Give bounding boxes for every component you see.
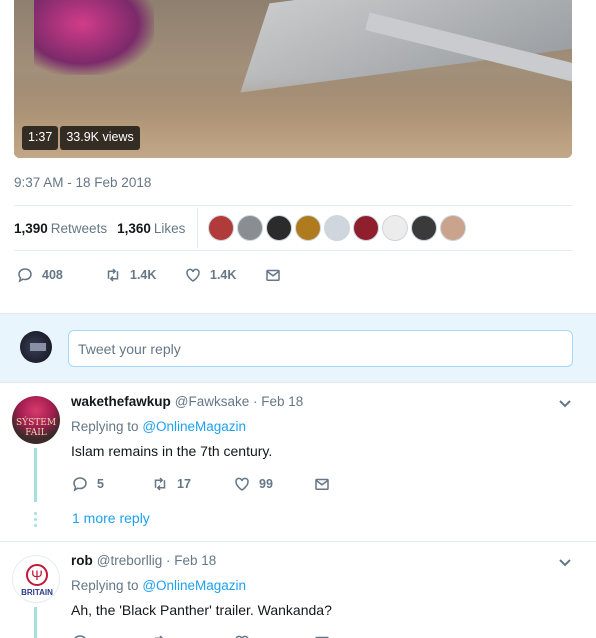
- chevron-down-icon[interactable]: [558, 397, 572, 411]
- replying-to-link[interactable]: @OnlineMagazin: [142, 578, 246, 593]
- liker-avatar[interactable]: [237, 215, 264, 241]
- liker-avatar[interactable]: [324, 215, 351, 241]
- replying-to: Replying to @OnlineMagazin: [71, 578, 247, 593]
- direct-message-action[interactable]: [264, 266, 290, 284]
- display-name[interactable]: rob: [71, 553, 93, 568]
- liker-avatar[interactable]: [266, 215, 293, 241]
- current-user-avatar[interactable]: [20, 331, 52, 363]
- reply-icon: [73, 477, 87, 492]
- retweet-icon: [154, 635, 164, 638]
- like-action[interactable]: [233, 633, 313, 638]
- more-replies-link[interactable]: 1 more reply: [72, 510, 150, 526]
- reply-actions: [71, 633, 339, 638]
- reply-icon: [18, 268, 32, 283]
- reply-tweet[interactable]: Ψ BRITAIN rob @treborllig · Feb 18 Replyi…: [0, 543, 596, 638]
- display-name[interactable]: wakethefawkup: [71, 394, 171, 409]
- reply-date[interactable]: · Feb 18: [253, 394, 303, 409]
- reply-composer: Tweet your reply: [0, 313, 596, 383]
- avatar[interactable]: Ψ BRITAIN: [12, 555, 60, 603]
- direct-message-action[interactable]: [313, 475, 339, 493]
- reply-action[interactable]: [71, 633, 151, 638]
- thread-line: [34, 448, 37, 502]
- liker-avatar[interactable]: [440, 215, 467, 241]
- thread-dots: [34, 512, 37, 527]
- handle[interactable]: @Fawksake: [175, 394, 249, 409]
- envelope-icon: [266, 269, 280, 281]
- avatar[interactable]: SÝSTEM FAIL: [12, 396, 60, 444]
- liker-avatar[interactable]: [208, 215, 235, 241]
- reply-action[interactable]: 408: [16, 266, 104, 284]
- like-action[interactable]: 1.4K: [184, 266, 264, 284]
- handle[interactable]: @treborllig: [97, 553, 162, 568]
- heart-icon: [235, 477, 249, 491]
- reply-tweet[interactable]: SÝSTEM FAIL wakethefawkup @Fawksake · Feb…: [0, 384, 596, 542]
- liker-avatar[interactable]: [382, 215, 409, 241]
- tweet-timestamp[interactable]: 9:37 AM - 18 Feb 2018: [14, 175, 151, 190]
- replying-to-link[interactable]: @OnlineMagazin: [142, 419, 246, 434]
- replying-to: Replying to @OnlineMagazin: [71, 419, 247, 434]
- reply-date[interactable]: · Feb 18: [166, 553, 216, 568]
- reply-header: rob @treborllig · Feb 18: [71, 553, 216, 568]
- video-views: 33.9K views: [60, 126, 140, 150]
- likes-stat[interactable]: 1,360 Likes: [117, 221, 185, 236]
- envelope-icon: [315, 478, 329, 490]
- chevron-down-icon[interactable]: [558, 556, 572, 570]
- liker-avatar[interactable]: [295, 215, 322, 241]
- retweet-action[interactable]: [151, 633, 233, 638]
- tweet-stats: 1,390 Retweets 1,360 Likes: [14, 205, 572, 251]
- video-duration: 1:37: [22, 126, 59, 150]
- retweet-action[interactable]: 17: [151, 475, 233, 493]
- reply-input[interactable]: Tweet your reply: [68, 330, 573, 367]
- like-action[interactable]: 99: [233, 475, 313, 493]
- trident-icon: Ψ: [26, 564, 48, 586]
- heart-icon: [186, 268, 200, 282]
- reply-text: Islam remains in the 7th century.: [71, 443, 273, 459]
- video-badge: 1:37 33.9K views: [22, 126, 140, 150]
- reply-text: Ah, the 'Black Panther' trailer. Wankand…: [71, 602, 332, 618]
- retweets-stat[interactable]: 1,390 Retweets: [14, 221, 107, 236]
- retweet-action[interactable]: 1.4K: [104, 266, 184, 284]
- heart-icon: [235, 635, 249, 638]
- likers-avatars: [208, 215, 467, 241]
- reply-actions: 5 17 99: [71, 475, 339, 493]
- retweet-icon: [107, 268, 119, 282]
- liker-avatar[interactable]: [411, 215, 438, 241]
- retweet-icon: [154, 477, 166, 491]
- reply-header: wakethefawkup @Fawksake · Feb 18: [71, 394, 303, 409]
- direct-message-action[interactable]: [313, 633, 339, 638]
- video-frame-person: [34, 0, 154, 75]
- reply-action[interactable]: 5: [71, 475, 151, 493]
- divider: [197, 208, 199, 248]
- tweet-actions: 408 1.4K 1.4K: [14, 262, 290, 288]
- envelope-icon: [315, 636, 329, 638]
- reply-icon: [74, 635, 86, 638]
- liker-avatar[interactable]: [353, 215, 380, 241]
- thread-line: [34, 607, 37, 638]
